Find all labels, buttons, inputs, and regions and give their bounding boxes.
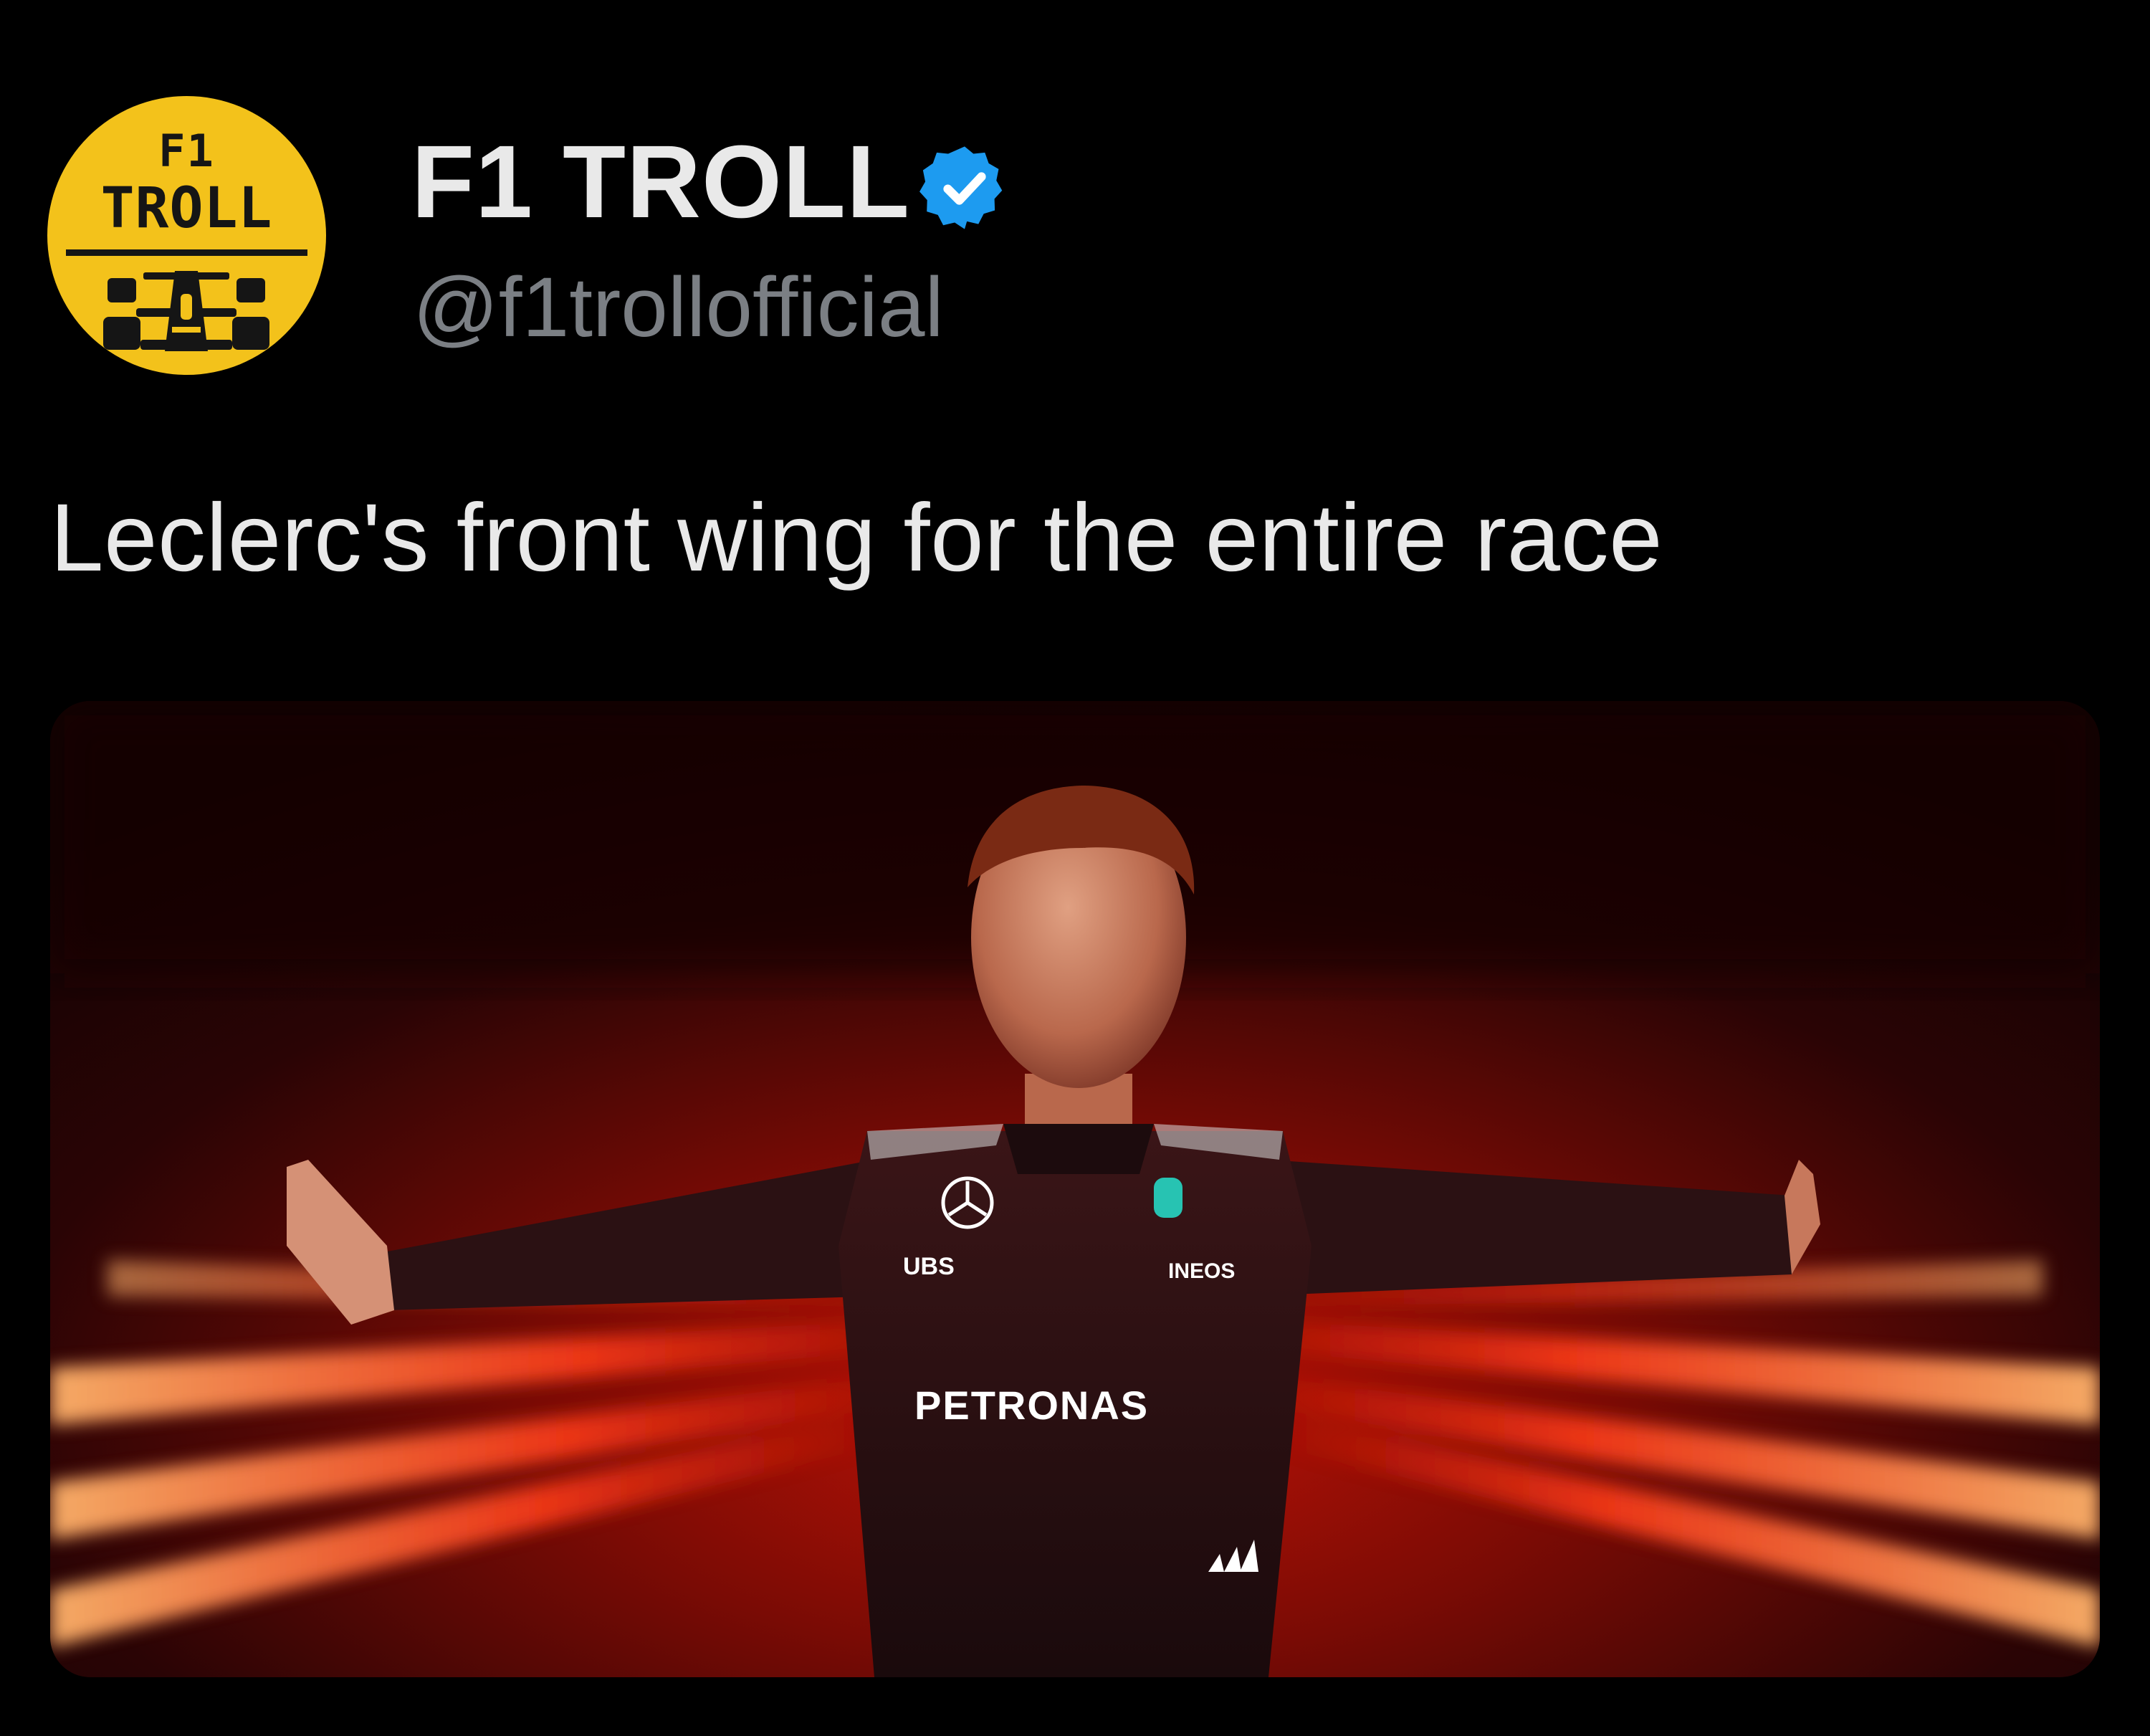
- avatar-logo-line1: F1: [158, 125, 215, 177]
- verified-badge-icon: [919, 146, 1003, 229]
- handle[interactable]: @f1trollofficial: [413, 265, 944, 350]
- tweet-card[interactable]: F1 TROLL F1 TROLL @f1trollofficial Lecle…: [0, 0, 2150, 1736]
- avatar[interactable]: F1 TROLL: [47, 96, 326, 375]
- avatar-logo-rule: [66, 249, 307, 256]
- photo-scene: UBS INEOS PETRONAS: [50, 701, 2100, 1677]
- tweet-photo[interactable]: UBS INEOS PETRONAS: [50, 701, 2100, 1677]
- petronas-logo: PETRONAS: [914, 1383, 1149, 1428]
- race-car-icon: [103, 271, 269, 351]
- avatar-logo-line2: TROLL: [100, 176, 273, 241]
- ineos-logo: INEOS: [1168, 1259, 1235, 1283]
- ubs-logo: UBS: [903, 1253, 955, 1280]
- tweet-text: Leclerc's front wing for the entire race: [50, 485, 1663, 591]
- display-name[interactable]: F1 TROLL: [411, 130, 910, 234]
